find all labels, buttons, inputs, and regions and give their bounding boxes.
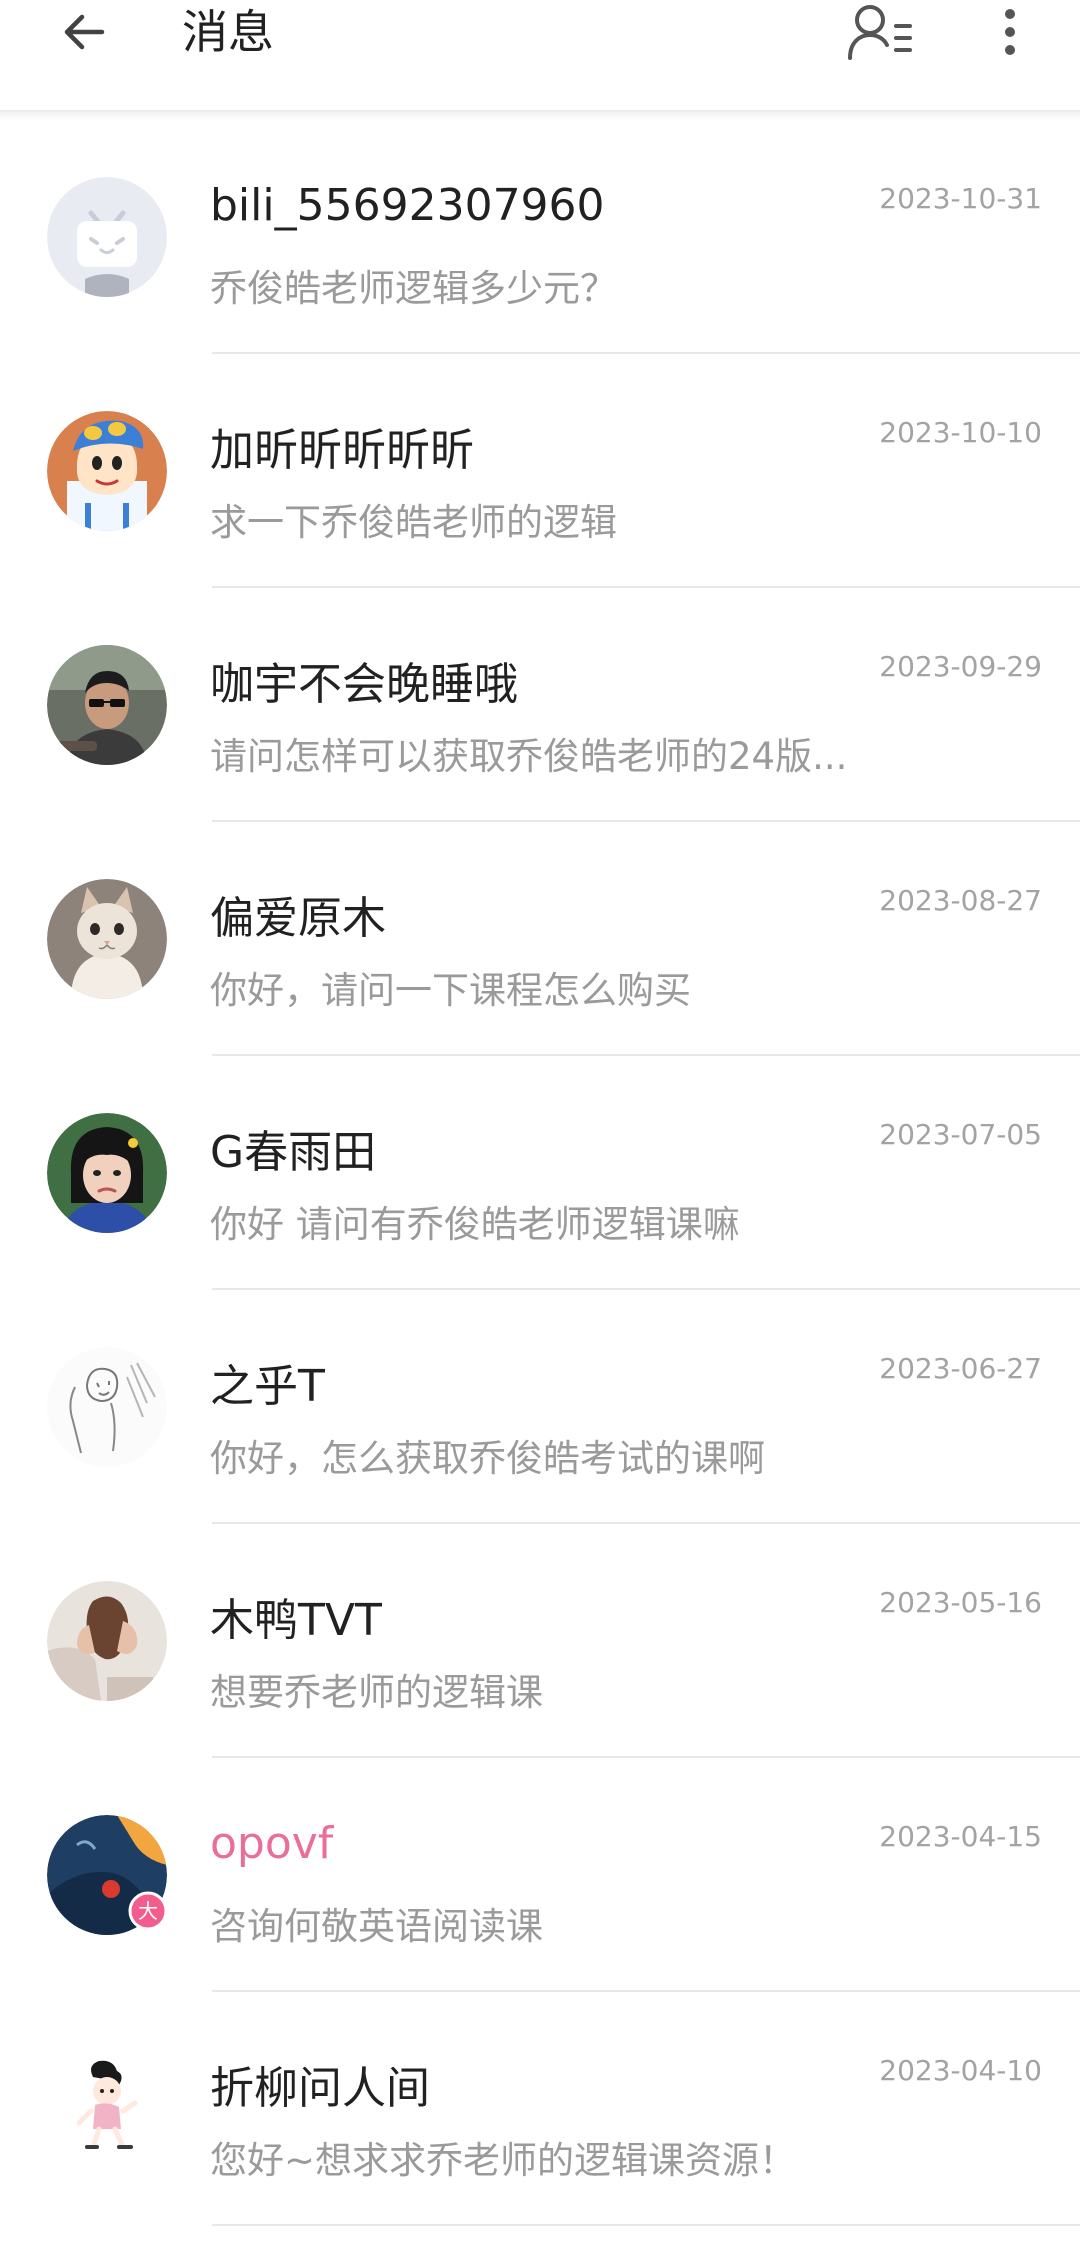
sender-name: 折柳问人间 [210, 2063, 430, 2114]
header-shadow [0, 112, 1080, 120]
girl-photo-avatar[interactable] [47, 1113, 167, 1233]
message-date: 2023-06-27 [879, 1352, 1042, 1385]
sender-name: 咖宇不会晚睡哦 [210, 659, 518, 710]
conversation-row[interactable]: 折柳问人间 您好~想求求乔老师的逻辑课资源！ 2023-04-10 [0, 1992, 1080, 2226]
cartoon-girl-avatar[interactable] [47, 2049, 167, 2169]
hands-photo-avatar[interactable] [47, 1581, 167, 1701]
bilibili-tv-default-avatar[interactable] [47, 177, 167, 297]
conversation-row[interactable]: G春雨田 你好 请问有乔俊皓老师逻辑课嘛 2023-07-05 [0, 1056, 1080, 1290]
conversation-row[interactable]: 加昕昕昕昕昕 求一下乔俊皓老师的逻辑 2023-10-10 [0, 354, 1080, 588]
message-preview: 求一下乔俊皓老师的逻辑 [210, 501, 617, 544]
conversation-row[interactable]: opovf 咨询何敬英语阅读课 2023-04-15 [0, 1758, 1080, 1992]
sender-name: opovf [210, 1818, 334, 1869]
back-button[interactable] [52, 0, 116, 64]
sender-name: 木鸭TVT [210, 1595, 382, 1646]
sender-name: bili_55692307960 [210, 180, 605, 231]
message-date: 2023-07-05 [879, 1118, 1042, 1151]
message-date: 2023-05-16 [879, 1586, 1042, 1619]
conversation-row[interactable]: 咖宇不会晚睡哦 请问怎样可以获取乔俊皓老师的24版... 2023-09-29 [0, 588, 1080, 822]
message-date: 2023-08-27 [879, 884, 1042, 917]
man-with-glasses-avatar[interactable] [47, 645, 167, 765]
cartoon-boy-avatar[interactable] [47, 411, 167, 531]
message-preview: 你好 请问有乔俊皓老师逻辑课嘛 [210, 1203, 740, 1246]
message-date: 2023-09-29 [879, 650, 1042, 683]
sketch-avatar[interactable] [47, 1347, 167, 1467]
message-date: 2023-10-31 [879, 182, 1042, 215]
vip-badge-icon: 大 [128, 1891, 168, 1935]
top-app-bar: 消息 [0, 0, 1080, 112]
kitten-avatar[interactable] [47, 879, 167, 999]
row-divider [212, 2224, 1080, 2226]
page-title: 消息 [182, 5, 274, 59]
sender-name: 偏爱原木 [210, 893, 386, 944]
more-options-button[interactable] [978, 0, 1042, 64]
message-preview: 乔俊皓老师逻辑多少元？ [210, 267, 617, 310]
message-preview: 咨询何敬英语阅读课 [210, 1905, 543, 1948]
arrow-left-icon [64, 14, 105, 50]
message-center-screen: 消息 bili_55692307960 乔俊皓老师逻辑多少元？ 2023-10-… [0, 0, 1080, 2261]
message-preview: 你好，怎么获取乔俊皓考试的课啊 [210, 1437, 765, 1480]
message-preview: 请问怎样可以获取乔俊皓老师的24版... [210, 735, 848, 778]
contacts-button[interactable] [842, 0, 918, 64]
more-vertical-icon [1005, 9, 1015, 55]
conversation-row[interactable]: bili_55692307960 乔俊皓老师逻辑多少元？ 2023-10-31 [0, 120, 1080, 354]
message-preview: 您好~想求求乔老师的逻辑课资源！ [210, 2139, 797, 2182]
sender-name: 加昕昕昕昕昕 [210, 425, 474, 476]
user-list-icon [848, 5, 912, 60]
message-preview: 你好，请问一下课程怎么购买 [210, 969, 691, 1012]
message-date: 2023-10-10 [879, 416, 1042, 449]
conversation-row[interactable]: 之乎T 你好，怎么获取乔俊皓考试的课啊 2023-06-27 [0, 1290, 1080, 1524]
sender-name: 之乎T [210, 1361, 325, 1412]
vip-badge-label: 大 [138, 1899, 158, 1923]
message-date: 2023-04-15 [879, 1820, 1042, 1853]
sender-name: G春雨田 [210, 1127, 377, 1178]
message-date: 2023-04-10 [879, 2054, 1042, 2087]
conversation-row[interactable]: 木鸭TVT 想要乔老师的逻辑课 2023-05-16 [0, 1524, 1080, 1758]
message-preview: 想要乔老师的逻辑课 [210, 1671, 543, 1714]
conversation-row[interactable]: 偏爱原木 你好，请问一下课程怎么购买 2023-08-27 [0, 822, 1080, 1056]
